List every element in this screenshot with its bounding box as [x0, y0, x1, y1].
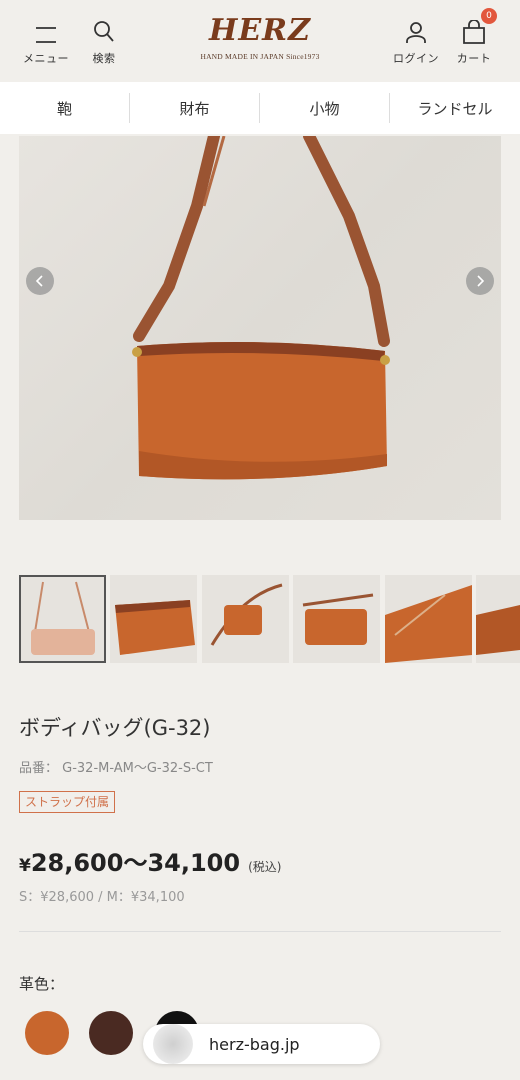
menu-button[interactable]: メニュー — [16, 14, 76, 66]
cart-label: カート — [456, 52, 492, 65]
thumbnail-3[interactable] — [202, 575, 289, 663]
category-nav: 鞄 財布 小物 ランドセル — [0, 82, 520, 134]
color-swatch-choco[interactable] — [89, 1011, 133, 1055]
color-label: 革色： — [19, 975, 65, 993]
thumbnail-4[interactable] — [293, 575, 380, 663]
product-price: ¥28,600〜34,100 (税込) — [19, 843, 281, 878]
price-currency: ¥ — [19, 856, 31, 876]
size-prices: S：¥28,600 / M：¥34,100 — [19, 890, 185, 905]
herz-logo[interactable]: HERZ HAND MADE IN JAPAN Since1973 — [195, 13, 325, 62]
thumbnail-5[interactable] — [385, 575, 472, 663]
thumbnail-1[interactable] — [19, 575, 106, 663]
category-wallets[interactable]: 財布 — [130, 93, 260, 123]
url-text: herz-bag.jp — [209, 1034, 300, 1054]
chevron-right-icon — [477, 275, 485, 287]
color-swatch-camel[interactable] — [25, 1011, 69, 1055]
logo-tagline: HAND MADE IN JAPAN Since1973 — [200, 52, 320, 61]
menu-label: メニュー — [23, 52, 69, 65]
product-main-image[interactable] — [19, 136, 501, 520]
cart-icon: 0 — [444, 8, 504, 44]
next-image-button[interactable] — [466, 267, 494, 295]
tax-note: (税込) — [248, 860, 282, 874]
category-accessories[interactable]: 小物 — [260, 93, 390, 123]
site-favicon — [153, 1024, 193, 1064]
site-header: メニュー 検索 HERZ HAND MADE IN JAPAN Since197… — [0, 0, 520, 82]
strap-included-badge: ストラップ付属 — [19, 791, 116, 813]
logo-text: HERZ — [208, 13, 312, 48]
cart-button[interactable]: 0 カート — [444, 8, 504, 66]
prev-image-button[interactable] — [26, 267, 54, 295]
category-bags[interactable]: 鞄 — [0, 93, 130, 123]
cart-count-badge: 0 — [481, 8, 497, 24]
login-label: ログイン — [393, 52, 439, 65]
divider — [19, 931, 501, 932]
hamburger-icon — [16, 14, 76, 44]
thumbnail-strip — [19, 575, 520, 663]
category-randoseru[interactable]: ランドセル — [390, 93, 520, 123]
product-title: ボディバッグ(G-32) — [19, 716, 211, 740]
search-button[interactable]: 検索 — [74, 14, 134, 66]
price-range: 28,600〜34,100 — [30, 849, 241, 877]
browser-url-bar[interactable]: herz-bag.jp — [143, 1024, 380, 1064]
search-label: 検索 — [92, 52, 116, 65]
search-icon — [74, 14, 134, 44]
chevron-left-icon — [35, 275, 43, 287]
user-icon — [386, 14, 446, 44]
product-sku: 品番： G-32-M-AM〜G-32-S-CT — [19, 761, 213, 776]
login-button[interactable]: ログイン — [386, 14, 446, 66]
thumbnail-2[interactable] — [110, 575, 197, 663]
thumbnail-6[interactable] — [476, 575, 520, 663]
bag-illustration — [132, 136, 390, 480]
